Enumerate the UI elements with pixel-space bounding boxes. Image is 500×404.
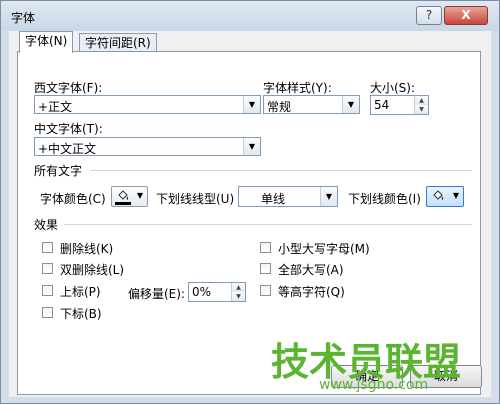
size-spinner[interactable]: 54 ▲ ▼ [370, 95, 429, 115]
help-button[interactable]: ? [416, 6, 442, 25]
double-strikethrough-checkbox[interactable] [42, 263, 53, 274]
chevron-down-icon: ▼ [136, 191, 143, 200]
small-caps-label: 小型大写字母(M) [278, 242, 370, 256]
size-value: 54 [374, 98, 390, 112]
underline-color-label: 下划线颜色(I) [348, 192, 421, 206]
tab-font[interactable]: 字体(N) [19, 31, 74, 53]
paint-bucket-icon [433, 190, 444, 200]
underline-style-value: 单线 [261, 192, 286, 206]
effects-divider [64, 224, 472, 225]
spin-up-icon[interactable]: ▲ [414, 96, 428, 105]
double-strikethrough-label: 双删除线(L) [60, 263, 125, 277]
superscript-label: 上标(P) [60, 285, 101, 299]
close-button[interactable]: X [444, 6, 488, 25]
asian-font-select[interactable]: +中文正文 ▼ [34, 137, 261, 156]
all-text-divider [90, 170, 472, 171]
chevron-down-icon[interactable]: ▼ [342, 96, 359, 113]
strikethrough-checkbox[interactable] [42, 242, 53, 253]
underline-style-label: 下划线线型(U) [156, 192, 235, 206]
subscript-label: 下标(B) [60, 307, 102, 321]
underline-style-select[interactable]: 单线 ▼ [238, 186, 338, 207]
spin-down-icon[interactable]: ▼ [231, 292, 245, 301]
font-color-label: 字体颜色(C) [40, 192, 106, 206]
equalize-height-checkbox[interactable] [260, 285, 271, 296]
equalize-height-label: 等高字符(Q) [278, 285, 345, 299]
font-style-label: 字体样式(Y): [263, 81, 332, 95]
spin-up-icon[interactable]: ▲ [231, 283, 245, 292]
title-bar: 字体 ? X [1, 1, 499, 31]
dialog-title: 字体 [11, 11, 36, 25]
asian-font-value: +中文正文 [38, 142, 97, 156]
subscript-checkbox[interactable] [42, 307, 53, 318]
font-dialog: 字体 ? X 字体(N) 字符间距(R) 西文字体(F): +正文 ▼ 字体样式… [0, 0, 500, 404]
asian-font-label: 中文字体(T): [34, 122, 103, 136]
font-color-button[interactable]: ▼ [111, 186, 148, 207]
font-style-value: 常规 [267, 100, 292, 114]
size-label: 大小(S): [370, 81, 416, 95]
watermark-url: www.jsgho.com [319, 377, 429, 393]
paint-bucket-icon [118, 190, 129, 200]
offset-value: 0% [192, 285, 212, 299]
all-caps-label: 全部大写(A) [278, 263, 344, 277]
latin-font-label: 西文字体(F): [34, 81, 103, 95]
spin-down-icon[interactable]: ▼ [414, 105, 428, 114]
chevron-down-icon[interactable]: ▼ [243, 96, 260, 113]
font-style-select[interactable]: 常规 ▼ [263, 95, 360, 114]
tab-character-spacing[interactable]: 字符间距(R) [79, 33, 157, 53]
underline-color-button[interactable]: ▼ [426, 186, 464, 207]
latin-font-select[interactable]: +正文 ▼ [34, 95, 261, 114]
strikethrough-label: 删除线(K) [60, 242, 114, 256]
latin-font-value: +正文 [38, 100, 73, 114]
small-caps-checkbox[interactable] [260, 242, 271, 253]
offset-spinner[interactable]: 0% ▲ ▼ [188, 282, 246, 302]
superscript-checkbox[interactable] [42, 285, 53, 296]
offset-label: 偏移量(E): [128, 287, 185, 301]
chevron-down-icon[interactable]: ▼ [243, 138, 260, 155]
all-text-header: 所有文字 [34, 164, 83, 178]
chevron-down-icon[interactable]: ▼ [320, 187, 337, 206]
font-color-swatch [115, 202, 131, 205]
effects-header: 效果 [34, 218, 59, 232]
chevron-down-icon: ▼ [452, 191, 459, 200]
all-caps-checkbox[interactable] [260, 263, 271, 274]
